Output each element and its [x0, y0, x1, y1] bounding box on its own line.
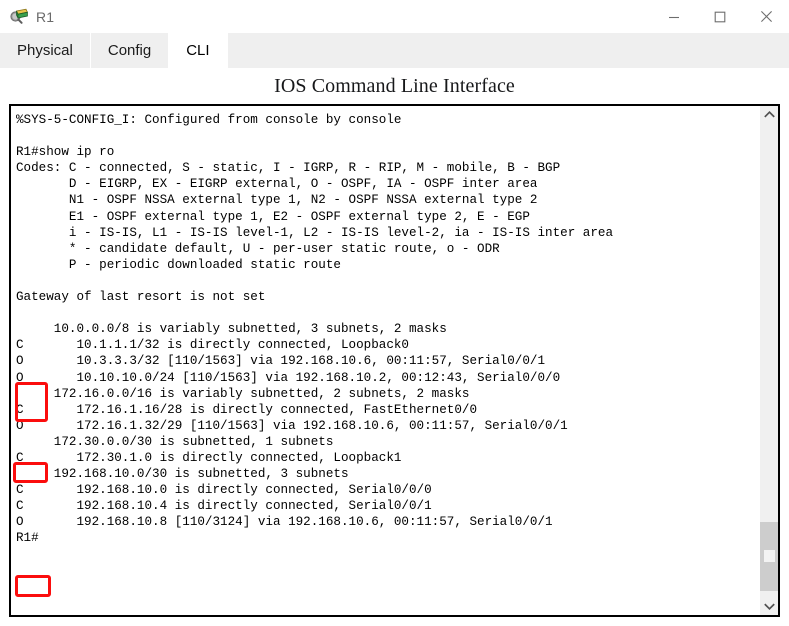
terminal-line: C 172.30.1.0 is directly connected, Loop… [16, 450, 402, 465]
terminal-line: O 172.16.1.32/29 [110/1563] via 192.168.… [16, 418, 568, 433]
title-bar-left: R1 [0, 7, 54, 27]
router-magnifier-icon [9, 7, 29, 27]
maximize-button[interactable] [697, 0, 743, 33]
minimize-icon [669, 16, 679, 18]
terminal-output[interactable]: %SYS-5-CONFIG_I: Configured from console… [11, 106, 760, 615]
terminal-line: C 192.168.10.4 is directly connected, Se… [16, 499, 432, 514]
terminal-line: C 172.16.1.16/28 is directly connected, … [16, 402, 478, 417]
terminal-line: Gateway of last resort is not set [16, 290, 266, 305]
window-controls [651, 0, 789, 33]
scrollbar-track[interactable] [760, 123, 778, 598]
terminal-line: P - periodic downloaded static route [16, 257, 341, 272]
window-title: R1 [36, 8, 55, 25]
tab-strip-filler [227, 33, 789, 68]
scroll-down-button[interactable] [760, 598, 778, 615]
title-bar: R1 [0, 0, 789, 33]
tab-cli[interactable]: CLI [169, 33, 228, 68]
close-icon [760, 11, 772, 22]
terminal-line: R1# [16, 531, 39, 546]
maximize-icon [714, 11, 726, 22]
terminal-line: 172.30.0.0/30 is subnetted, 1 subnets [16, 434, 334, 449]
minimize-button[interactable] [651, 0, 697, 33]
terminal-line: R1#show ip ro [16, 145, 115, 160]
terminal-line: * - candidate default, U - per-user stat… [16, 241, 500, 256]
terminal-line: C 192.168.10.0 is directly connected, Se… [16, 483, 432, 498]
terminal-line: 192.168.10.0/30 is subnetted, 3 subnets [16, 467, 349, 482]
terminal-scrollbar[interactable] [760, 106, 778, 615]
terminal-line: C 10.1.1.1/32 is directly connected, Loo… [16, 338, 409, 353]
chevron-down-icon [763, 603, 775, 611]
terminal-line: 10.0.0.0/8 is variably subnetted, 3 subn… [16, 322, 447, 337]
terminal-line: E1 - OSPF external type 1, E2 - OSPF ext… [16, 209, 530, 224]
scrollbar-thumb-grip [764, 550, 775, 563]
terminal-line: N1 - OSPF NSSA external type 1, N2 - OSP… [16, 193, 538, 208]
tab-config[interactable]: Config [90, 33, 170, 68]
terminal-line: D - EIGRP, EX - EIGRP external, O - OSPF… [16, 177, 538, 192]
terminal-line: O 10.10.10.0/24 [110/1563] via 192.168.1… [16, 370, 561, 385]
terminal-line: %SYS-5-CONFIG_I: Configured from console… [16, 113, 402, 127]
cli-window: R1 Physical Config CLI IOS Command Line … [0, 0, 789, 626]
scroll-up-button[interactable] [760, 106, 778, 123]
tab-physical[interactable]: Physical [0, 33, 91, 68]
close-button[interactable] [743, 0, 789, 33]
terminal-line: O 10.3.3.3/32 [110/1563] via 192.168.10.… [16, 354, 546, 369]
terminal-line: i - IS-IS, L1 - IS-IS level-1, L2 - IS-I… [16, 225, 614, 240]
terminal-line: Codes: C - connected, S - static, I - IG… [16, 161, 561, 176]
terminal-line: 172.16.0.0/16 is variably subnetted, 2 s… [16, 386, 470, 401]
terminal-line: O 192.168.10.8 [110/3124] via 192.168.10… [16, 515, 553, 530]
pane-heading: IOS Command Line Interface [274, 75, 515, 97]
chevron-up-icon [763, 110, 775, 118]
cli-content-pane: IOS Command Line Interface %SYS-5-CONFIG… [0, 69, 789, 626]
terminal-panel[interactable]: %SYS-5-CONFIG_I: Configured from console… [9, 104, 780, 617]
ospf-route-192-168-10-8-highlight [15, 575, 51, 597]
tab-strip: Physical Config CLI [0, 33, 789, 69]
scrollbar-thumb[interactable] [760, 522, 778, 591]
